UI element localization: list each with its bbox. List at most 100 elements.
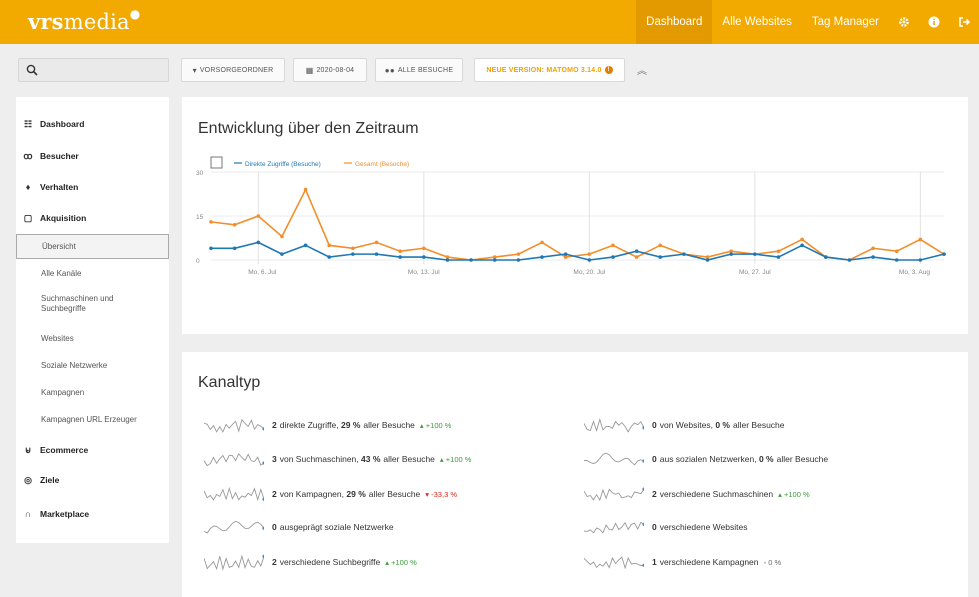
- sparkline: [204, 520, 264, 534]
- date-selector[interactable]: ▦ 2020-08-04: [293, 58, 367, 82]
- channel-suffix: aller Besuche: [733, 420, 785, 430]
- channel-label: aus sozialen Netzwerken,: [659, 454, 757, 464]
- sidebar-item-kampagnen-url-erzeuger[interactable]: Kampagnen URL Erzeuger: [16, 415, 169, 425]
- dashboard-icon: ☷: [23, 118, 33, 129]
- sidebar-item-suchmaschinen[interactable]: Suchmaschinen und Suchbegriffe: [16, 294, 136, 314]
- evolution-badge: ◦ 0 %: [764, 558, 782, 567]
- data-point: [705, 258, 710, 262]
- data-point: [303, 187, 308, 192]
- nav-alle-websites[interactable]: Alle Websites: [712, 0, 801, 44]
- sidebar-item-dashboard[interactable]: ☷ Dashboard: [16, 111, 169, 137]
- channel-row[interactable]: 2 verschiedene Suchbegriffe ▴ +100 %: [204, 553, 417, 571]
- info-icon[interactable]: [919, 0, 949, 44]
- data-point: [327, 255, 332, 259]
- data-point: [492, 258, 497, 262]
- channel-row[interactable]: 2 von Kampagnen, 29 % aller Besuche ▾ -33,3…: [204, 485, 457, 503]
- data-point: [256, 240, 261, 245]
- data-point: [658, 243, 663, 248]
- sidebar-item-ecommerce[interactable]: ⊌ Ecommerce: [16, 437, 169, 463]
- channel-label: verschiedene Suchbegriffe: [279, 557, 381, 567]
- legend-item[interactable]: Direkte Zugriffe (Besuche): [245, 161, 321, 168]
- channel-suffix: aller Besuche: [383, 454, 435, 464]
- segment-selector[interactable]: ▾ VORSORGEORDNER: [181, 58, 285, 82]
- channel-label: verschiedene Kampagnen: [659, 557, 759, 567]
- data-point: [587, 258, 592, 262]
- data-point: [634, 249, 639, 253]
- visits-filter[interactable]: ●● ALLE BESUCHE: [375, 58, 463, 82]
- channel-row[interactable]: 1 verschiedene Kampagnen ◦ 0 %: [584, 553, 781, 571]
- sidebar-item-soziale-netzwerke[interactable]: Soziale Netzwerke: [16, 361, 169, 371]
- data-point: [374, 240, 379, 245]
- neutral-icon: ◦: [763, 557, 767, 567]
- sidebar-item-marketplace[interactable]: ∩ Marketplace: [16, 501, 169, 527]
- sidebar-item-kampagnen[interactable]: Kampagnen: [16, 388, 169, 398]
- arrow-up-icon: ▴: [778, 489, 782, 499]
- nav-dashboard[interactable]: Dashboard: [636, 0, 713, 44]
- channel-row[interactable]: 3 von Suchmaschinen, 43 % aller Besuche ▴ +…: [204, 450, 471, 468]
- sidebar-item-besucher[interactable]: ꝏ Besucher: [16, 143, 169, 169]
- channel-label: direkte Zugriffe,: [279, 420, 339, 430]
- sidebar-item-ziele[interactable]: ◎ Ziele: [16, 467, 169, 493]
- channel-count: 0: [652, 454, 657, 464]
- data-point: [280, 252, 284, 256]
- update-label: NEUE VERSION: MATOMO 3.14.0: [486, 66, 602, 74]
- sidebar-item-alle-kanaele[interactable]: Alle Kanäle: [16, 269, 169, 279]
- channel-suffix: aller Besuche: [776, 454, 829, 464]
- nav-tag-manager[interactable]: Tag Manager: [802, 0, 889, 44]
- sidebar-item-websites[interactable]: Websites: [16, 334, 169, 344]
- vrsmedia-logo[interactable]: vrsmedia●: [28, 7, 140, 34]
- data-point: [445, 258, 450, 262]
- sidebar: ☷ Dashboard ꝏ Besucher ♦ Verhalten ▢ Akquisi…: [16, 97, 169, 543]
- chevron-up-icon[interactable]: ︽: [637, 62, 647, 77]
- evolution-widget: Entwicklung über den Zeitraum Direkte Zu…: [182, 97, 968, 334]
- search-input[interactable]: [43, 62, 163, 78]
- channel-count: 2: [272, 557, 277, 567]
- series-line: [210, 187, 945, 261]
- sparkline: [584, 521, 644, 534]
- data-point: [611, 255, 615, 259]
- sidebar-item-verhalten[interactable]: ♦ Verhalten: [16, 174, 169, 200]
- sparkline: [204, 554, 264, 571]
- segment-label: VORSORGEORDNER: [199, 66, 274, 74]
- evolution-badge: ▴ +100 %: [440, 455, 472, 464]
- logout-icon[interactable]: [949, 0, 979, 44]
- data-point: [232, 223, 237, 227]
- data-point: [422, 246, 426, 251]
- channel-label: ausgeprägt soziale Netzwerke: [279, 522, 394, 532]
- sparkline: [584, 417, 644, 433]
- channel-row[interactable]: 2 verschiedene Suchmaschinen ▴ +100 %: [584, 485, 810, 503]
- data-point: [398, 255, 402, 259]
- sidebar-item-uebersicht[interactable]: Übersicht: [16, 234, 169, 259]
- channel-row[interactable]: 0 von Websites, 0 % aller Besuche: [584, 416, 785, 434]
- data-point: [918, 258, 923, 262]
- channel-label: von Suchmaschinen,: [279, 454, 359, 464]
- channel-row[interactable]: 0 verschiedene Websites: [584, 518, 747, 536]
- x-tick-label: Mo, 3. Aug: [899, 269, 930, 276]
- data-point: [918, 237, 923, 242]
- legend-item[interactable]: Gesamt (Besuche): [355, 161, 409, 168]
- channel-row[interactable]: 0 ausgeprägt soziale Netzwerke: [204, 518, 394, 536]
- channel-count: 0: [652, 522, 657, 532]
- channel-row[interactable]: 0 aus sozialen Netzwerken, 0 % aller Besuc…: [584, 450, 828, 468]
- evolution-chart: Direkte Zugriffe (Besuche) Gesamt (Besuch…: [196, 156, 946, 276]
- y-tick-label: 30: [196, 170, 204, 177]
- chart-export-icon[interactable]: [210, 156, 223, 169]
- sidebar-item-akquisition[interactable]: ▢ Akquisition: [16, 205, 169, 231]
- x-tick-label: Mo, 20. Jul: [573, 269, 605, 276]
- data-point: [847, 258, 852, 262]
- channel-label: verschiedene Suchmaschinen: [659, 489, 774, 499]
- gear-icon[interactable]: [889, 0, 919, 44]
- sparkline: [584, 487, 644, 502]
- arrow-up-icon: ▴: [385, 557, 389, 567]
- channel-percent: 0 %: [715, 420, 730, 430]
- arrow-up-icon: ▴: [439, 454, 444, 464]
- update-notice-button[interactable]: NEUE VERSION: MATOMO 3.14.0!: [474, 58, 625, 82]
- channel-count: 0: [272, 522, 277, 532]
- data-point: [587, 252, 592, 256]
- data-point: [800, 237, 804, 242]
- menu-search[interactable]: [18, 58, 169, 82]
- channel-percent: 29 %: [346, 489, 366, 499]
- channel-label: verschiedene Websites: [659, 522, 748, 532]
- channel-row[interactable]: 2 direkte Zugriffe, 29 % aller Besuche ▴ +1…: [204, 416, 451, 434]
- sparkline: [584, 452, 644, 466]
